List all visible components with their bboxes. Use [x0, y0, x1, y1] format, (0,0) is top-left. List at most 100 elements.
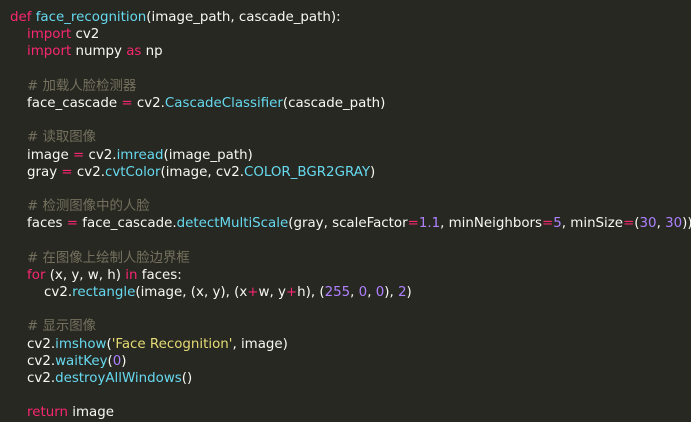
- code-token-tx: [10, 199, 27, 214]
- code-token-nm: 5: [553, 216, 562, 232]
- code-token-nm: 1.1: [418, 216, 441, 232]
- code-token-nm: 2: [397, 285, 407, 300]
- code-token-kw: in: [125, 267, 138, 283]
- code-line[interactable]: [10, 387, 691, 404]
- code-token-tx: h), (: [297, 285, 325, 300]
- code-token-tx: image: [10, 147, 73, 163]
- code-token-kw: def: [10, 10, 36, 25]
- code-line[interactable]: import numpy as np: [10, 43, 691, 60]
- code-token-tx: cv2.: [10, 370, 56, 386]
- code-token-tx: face_cascade: [10, 95, 122, 111]
- code-token-kw: =: [61, 164, 73, 180]
- code-token-kw: =: [121, 95, 133, 111]
- code-token-tx: [10, 27, 27, 42]
- code-token-tx: [10, 319, 27, 334]
- code-body[interactable]: def face_recognition(image_path, cascade…: [10, 9, 691, 422]
- code-line[interactable]: # 读取图像: [10, 129, 691, 146]
- code-line[interactable]: # 加载人脸检测器: [10, 78, 691, 95]
- code-token-tx: , minSize: [561, 216, 624, 232]
- code-token-tx: [10, 405, 27, 420]
- code-token-fn: detectMultiScale: [176, 216, 289, 232]
- code-token-tx: ,: [656, 216, 666, 232]
- code-token-st: 'Face Recognition': [111, 336, 233, 352]
- code-line[interactable]: [10, 301, 691, 318]
- code-token-tx: (x, y, w, h): [45, 267, 126, 283]
- code-token-tx: gray: [10, 164, 62, 180]
- code-token-tx: faces:: [137, 267, 182, 283]
- code-token-kw: =: [623, 216, 635, 232]
- code-token-fn: CascadeClassifier: [164, 95, 283, 111]
- code-token-tx: ): [406, 285, 412, 300]
- code-line[interactable]: cv2.waitKey(0): [10, 353, 691, 370]
- code-token-tx: (cascade_path): [282, 95, 386, 111]
- code-token-kw: as: [126, 44, 142, 60]
- code-line[interactable]: # 检测图像中的人脸: [10, 198, 691, 215]
- code-line[interactable]: [10, 232, 691, 249]
- code-token-fn: imread: [116, 147, 164, 163]
- code-token-tx: cv2.: [10, 285, 73, 300]
- code-line[interactable]: # 在图像上绘制人脸边界框: [10, 250, 691, 267]
- code-token-tx: cv2: [71, 27, 100, 43]
- code-token-kw: +: [247, 285, 259, 300]
- code-token-nm: 0: [358, 285, 368, 300]
- code-token-tx: )): [682, 216, 691, 232]
- code-token-tx: (image_path, cascade_path):: [146, 10, 341, 25]
- code-token-tx: [10, 44, 27, 59]
- code-token-kw: +: [285, 285, 298, 300]
- code-token-cm: # 读取图像: [27, 130, 97, 146]
- code-token-cm: # 检测图像中的人脸: [27, 199, 150, 215]
- code-line[interactable]: [10, 112, 691, 129]
- code-line[interactable]: image = cv2.imread(image_path): [10, 147, 691, 164]
- code-token-tx: ,: [367, 285, 376, 300]
- code-line[interactable]: [10, 61, 691, 78]
- code-token-fn: face_recognition: [35, 10, 147, 25]
- code-token-tx: faces: [10, 216, 67, 232]
- code-token-fn: cvtColor: [104, 164, 161, 180]
- code-token-kw: for: [27, 267, 46, 283]
- code-editor[interactable]: def face_recognition(image_path, cascade…: [0, 0, 691, 420]
- code-token-cm: # 显示图像: [27, 319, 97, 335]
- code-token-tx: image: [67, 405, 114, 421]
- code-line[interactable]: cv2.imshow('Face Recognition', image): [10, 336, 691, 353]
- code-token-tx: , minNeighbors: [440, 216, 543, 232]
- code-token-kw: =: [542, 216, 554, 232]
- code-token-fn: destroyAllWindows: [55, 370, 182, 386]
- code-token-tx: ),: [384, 285, 398, 300]
- code-token-kw: =: [407, 216, 419, 232]
- code-line[interactable]: return image: [10, 404, 691, 421]
- code-line[interactable]: cv2.destroyAllWindows(): [10, 370, 691, 387]
- code-token-nm: 30: [639, 216, 657, 232]
- code-token-tx: np: [141, 44, 163, 60]
- code-token-tx: cv2.: [84, 147, 117, 163]
- code-line[interactable]: def face_recognition(image_path, cascade…: [10, 9, 691, 26]
- code-token-tx: numpy: [71, 44, 127, 60]
- code-token-kw: import: [27, 27, 72, 43]
- code-line[interactable]: cv2.rectangle(image, (x, y), (x+w, y+h),…: [10, 284, 691, 301]
- code-token-cm: # 加载人脸检测器: [27, 78, 137, 94]
- code-token-nm: 0: [112, 353, 122, 369]
- code-line[interactable]: [10, 181, 691, 198]
- code-token-tx: [10, 268, 27, 283]
- code-token-tx: ): [370, 164, 376, 180]
- code-token-tx: cv2.: [10, 336, 56, 352]
- code-token-kw: =: [73, 147, 85, 163]
- code-token-kw: =: [66, 216, 79, 232]
- code-line[interactable]: # 显示图像: [10, 318, 691, 335]
- code-token-kw: return: [27, 405, 68, 421]
- code-token-nm: 0: [375, 285, 385, 300]
- code-token-tx: ,: [350, 285, 359, 300]
- code-token-tx: [10, 251, 27, 266]
- code-token-tx: cv2.: [10, 353, 56, 369]
- code-token-tx: [10, 130, 27, 145]
- code-line[interactable]: for (x, y, w, h) in faces:: [10, 267, 691, 284]
- code-line[interactable]: face_cascade = cv2.CascadeClassifier(cas…: [10, 95, 691, 112]
- code-token-nm: 255: [324, 285, 351, 300]
- code-token-cm: # 在图像上绘制人脸边界框: [27, 250, 190, 266]
- code-line[interactable]: import cv2: [10, 26, 691, 43]
- code-line[interactable]: gray = cv2.cvtColor(image, cv2.COLOR_BGR…: [10, 164, 691, 181]
- code-token-tx: face_cascade.: [78, 216, 177, 232]
- code-token-tx: (image_path): [163, 147, 253, 163]
- code-token-fn: imshow: [55, 336, 107, 352]
- code-token-nm: 30: [665, 216, 683, 232]
- code-line[interactable]: faces = face_cascade.detectMultiScale(gr…: [10, 215, 691, 232]
